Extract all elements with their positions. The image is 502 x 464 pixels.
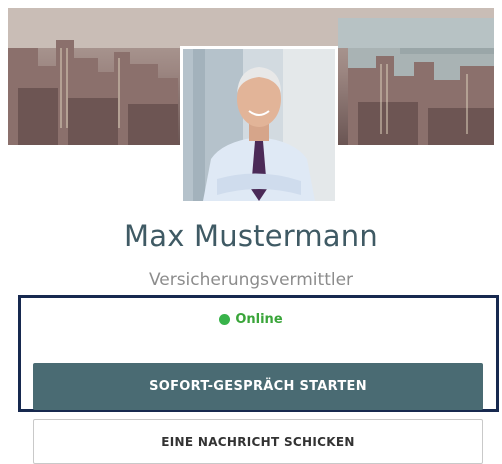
- profile-name: Max Mustermann: [124, 219, 378, 253]
- start-call-button[interactable]: SOFORT-GESPRÄCH STARTEN: [33, 363, 483, 410]
- online-status: Online: [0, 312, 502, 327]
- profile-avatar: [180, 46, 338, 204]
- online-dot-icon: [219, 314, 231, 325]
- person-photo: [183, 49, 335, 201]
- profile-title: Versicherungsvermittler: [148, 270, 354, 290]
- status-label: Online: [235, 312, 283, 327]
- send-message-button[interactable]: EINE NACHRICHT SCHICKEN: [33, 419, 483, 464]
